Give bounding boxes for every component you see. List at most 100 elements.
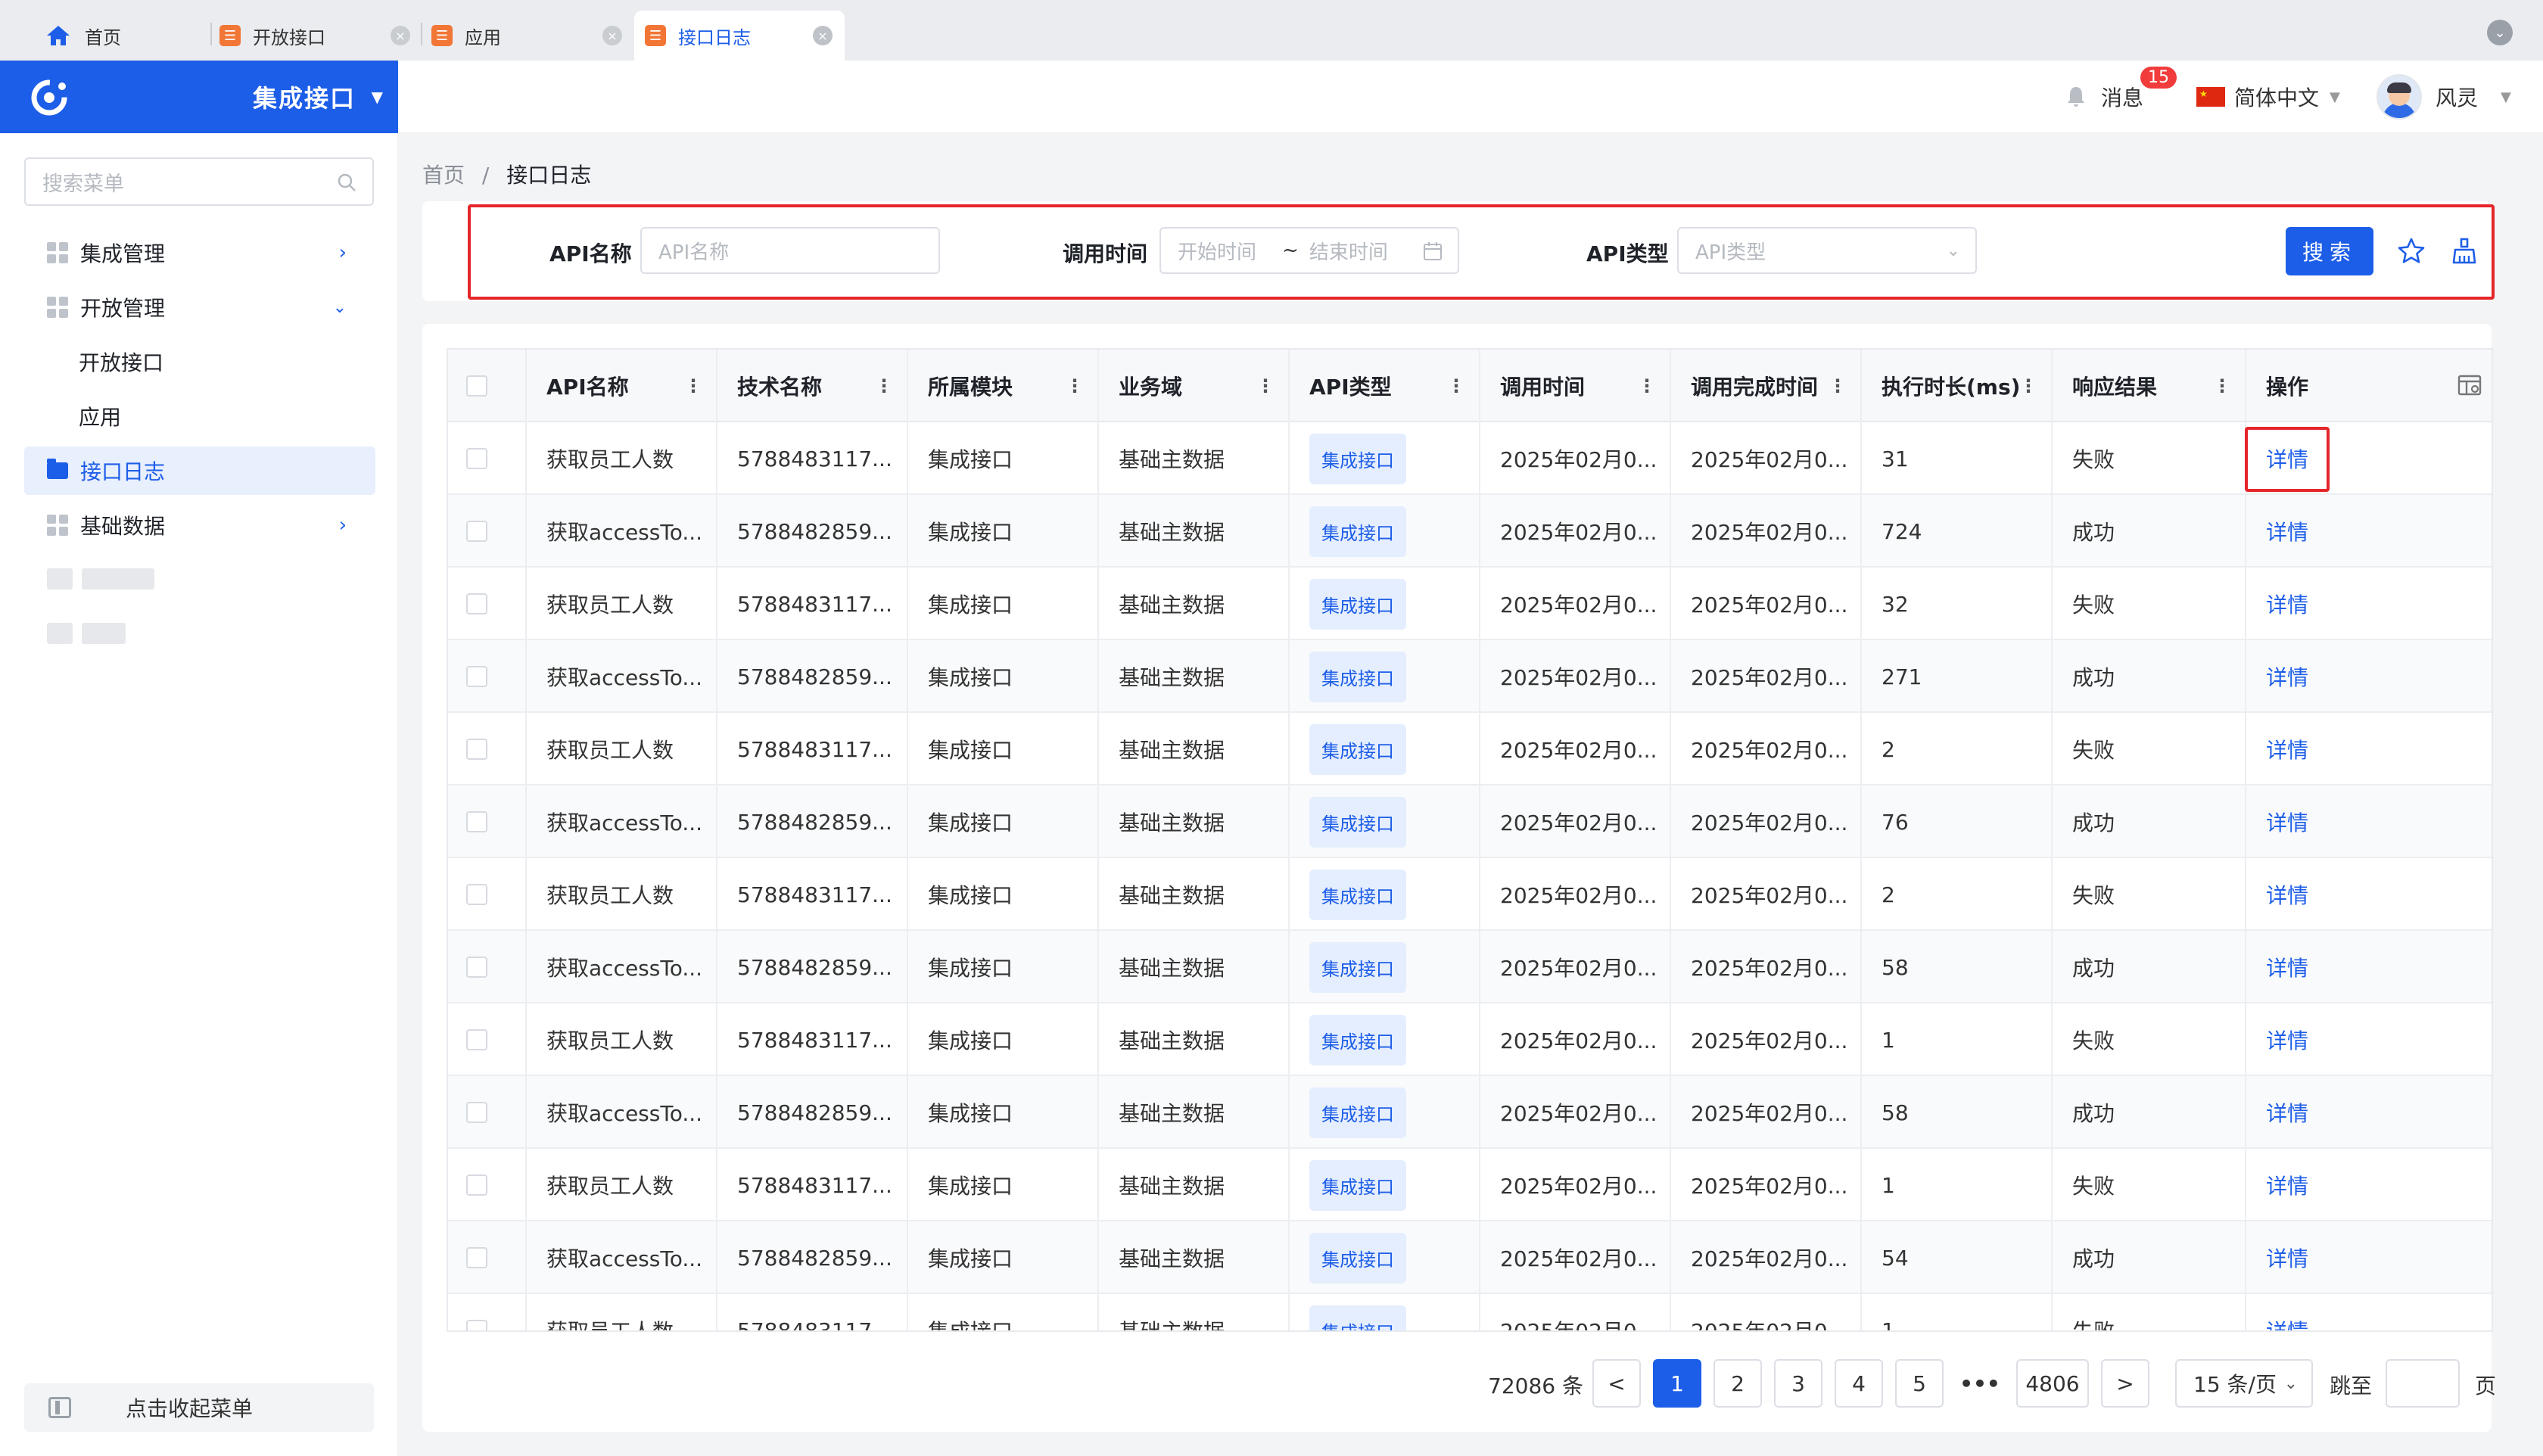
column-header[interactable]: API名称 ⋮ (527, 350, 717, 422)
detail-link[interactable]: 详情 (2266, 952, 2308, 982)
table-cell: 1 (1862, 1003, 2053, 1076)
call-time-cell: 2025年02月0... (1500, 520, 1657, 545)
user-menu[interactable]: 风灵 ▼ (2376, 61, 2511, 133)
clear-broom-icon[interactable] (2449, 236, 2479, 266)
detail-link[interactable]: 详情 (2266, 1315, 2308, 1330)
row-checkbox[interactable] (466, 1247, 487, 1268)
row-checkbox[interactable] (466, 1320, 487, 1330)
tab-label: 首页 (85, 26, 121, 48)
close-icon[interactable]: × (391, 26, 410, 45)
column-header[interactable]: 业务域 ⋮ (1099, 350, 1290, 422)
page-size-select[interactable]: 15 条/页 ⌄ (2175, 1359, 2313, 1408)
column-settings-icon[interactable] (2457, 372, 2482, 398)
api-name-cell: 获取accessTo... (546, 520, 703, 545)
row-checkbox[interactable] (466, 1029, 487, 1050)
search-button[interactable]: 搜索 (2286, 227, 2373, 275)
breadcrumb-home[interactable]: 首页 (422, 163, 465, 188)
detail-link[interactable]: 详情 (2266, 1025, 2308, 1055)
column-header[interactable]: 调用完成时间 ⋮ (1671, 350, 1862, 422)
column-header[interactable]: 所属模块 ⋮ (908, 350, 1099, 422)
sidebar-search-input[interactable]: 搜索菜单 (24, 157, 374, 206)
module-cell: 集成接口 (928, 738, 1013, 763)
more-vertical-icon[interactable]: ⋮ (2019, 375, 2037, 397)
column-header[interactable]: 技术名称 ⋮ (717, 350, 908, 422)
page-button[interactable]: 2 (1713, 1359, 1762, 1408)
row-checkbox[interactable] (466, 884, 487, 905)
row-checkbox[interactable] (466, 521, 487, 542)
tab-api-log[interactable]: ☰ 接口日志 × (634, 11, 845, 61)
row-checkbox[interactable] (466, 448, 487, 469)
sidebar-item-api-log[interactable]: 接口日志 (24, 446, 375, 495)
column-header[interactable]: API类型 ⋮ (1290, 350, 1480, 422)
table-cell (448, 858, 527, 931)
more-vertical-icon[interactable]: ⋮ (1066, 375, 1084, 397)
table-cell: 失败 (2053, 1149, 2246, 1221)
sidebar-item-integration-mgmt[interactable]: 集成管理 › (24, 229, 375, 277)
table-row: 获取accessTo... 5788482859... 集成接口 基础主数据 集成接口 2… (448, 1221, 2492, 1294)
collapse-menu-button[interactable]: 点击收起菜单 (24, 1383, 374, 1432)
column-header[interactable]: 调用时间 ⋮ (1480, 350, 1671, 422)
sidebar-item-open-api[interactable]: 开放接口 (24, 338, 375, 386)
more-vertical-icon[interactable]: ⋮ (1829, 375, 1847, 397)
messages-button[interactable]: 消息 15 (2066, 61, 2177, 133)
column-header[interactable]: 响应结果 ⋮ (2053, 350, 2246, 422)
more-vertical-icon[interactable]: ⋮ (2213, 375, 2231, 397)
detail-link[interactable]: 详情 (2266, 589, 2308, 619)
row-checkbox[interactable] (466, 666, 487, 687)
sidebar-item-app[interactable]: 应用 (24, 392, 375, 440)
more-vertical-icon[interactable]: ⋮ (1447, 375, 1465, 397)
sidebar-item-base-data[interactable]: 基础数据 › (24, 501, 375, 549)
row-checkbox[interactable] (466, 739, 487, 760)
row-checkbox[interactable] (466, 957, 487, 978)
detail-link[interactable]: 详情 (2266, 1097, 2308, 1128)
detail-link[interactable]: 详情 (2266, 1243, 2308, 1273)
more-vertical-icon[interactable]: ⋮ (1638, 375, 1656, 397)
table-row: 获取员工人数 5788483117... 集成接口 基础主数据 集成接口 2025年02月… (448, 1003, 2492, 1076)
detail-link[interactable]: 详情 (2266, 807, 2308, 837)
header-select-all[interactable] (448, 350, 527, 422)
tab-open-api[interactable]: ☰ 开放接口 × (219, 11, 410, 61)
next-page-button[interactable]: > (2101, 1359, 2149, 1408)
table-cell: 2025年02月0... (1480, 1003, 1671, 1076)
table-cell: 集成接口 (1290, 931, 1480, 1003)
module-cell: 集成接口 (928, 810, 1013, 835)
page-button[interactable]: 5 (1895, 1359, 1944, 1408)
sidebar-item-redacted[interactable] (47, 568, 154, 590)
tab-app[interactable]: ☰ 应用 × (431, 11, 625, 61)
close-icon[interactable]: × (813, 26, 833, 45)
column-header[interactable]: 执行时长(ms) ⋮ (1862, 350, 2053, 422)
detail-link[interactable]: 详情 (2266, 516, 2308, 546)
star-icon[interactable] (2396, 236, 2426, 266)
checkbox[interactable] (466, 375, 487, 397)
detail-link[interactable]: 详情 (2266, 734, 2308, 764)
row-checkbox[interactable] (466, 1174, 487, 1196)
row-checkbox[interactable] (466, 1102, 487, 1123)
prev-page-button[interactable]: < (1592, 1359, 1641, 1408)
detail-link[interactable]: 详情 (2266, 661, 2308, 692)
row-checkbox[interactable] (466, 811, 487, 832)
page-button[interactable]: 4 (1835, 1359, 1883, 1408)
table-row: 获取accessTo... 5788482859... 集成接口 基础主数据 集成接口 2… (448, 640, 2492, 713)
sidebar-item-open-mgmt[interactable]: 开放管理 ⌄ (24, 283, 375, 331)
page-button[interactable]: 1 (1653, 1359, 1701, 1408)
row-checkbox[interactable] (466, 593, 487, 614)
app-brand-bar[interactable]: 集成接口 ▼ (0, 61, 398, 133)
jump-page-input[interactable] (2386, 1359, 2460, 1408)
table-cell: 成功 (2053, 1076, 2246, 1149)
language-select[interactable]: 简体中文 ▼ (2196, 61, 2340, 133)
duration-cell: 54 (1882, 1245, 1909, 1271)
more-vertical-icon[interactable]: ⋮ (875, 375, 893, 397)
sidebar-item-redacted[interactable] (47, 622, 126, 645)
detail-link[interactable]: 详情 (2266, 879, 2308, 910)
more-pages-ellipsis[interactable]: ••• (1956, 1359, 2004, 1408)
detail-link[interactable]: 详情 (2266, 1170, 2308, 1200)
more-vertical-icon[interactable]: ⋮ (1256, 375, 1275, 397)
table-cell: 2025年02月0... (1671, 1003, 1862, 1076)
close-icon[interactable]: × (602, 26, 622, 45)
api-type-tag: 集成接口 (1309, 941, 1406, 993)
chevron-down-icon[interactable]: ⌄ (2487, 20, 2513, 45)
last-page-button[interactable]: 4806 (2016, 1359, 2089, 1408)
page-button[interactable]: 3 (1774, 1359, 1822, 1408)
tab-home[interactable]: 首页 (45, 11, 121, 61)
more-vertical-icon[interactable]: ⋮ (684, 375, 702, 397)
